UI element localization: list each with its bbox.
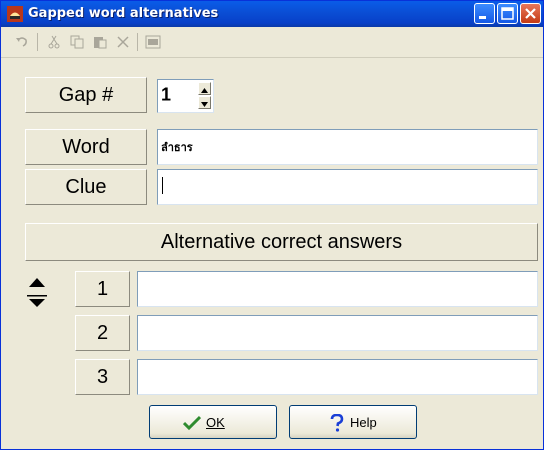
move-up-button[interactable]: [23, 271, 51, 293]
help-icon: [330, 414, 344, 432]
gap-label: Gap #: [25, 77, 147, 113]
spin-up-icon: [201, 88, 208, 93]
title-bar[interactable]: Gapped word alternatives: [1, 1, 543, 27]
app-icon: [7, 6, 23, 22]
maximize-button[interactable]: [497, 3, 518, 24]
window-title: Gapped word alternatives: [28, 6, 219, 21]
alt-answer-input[interactable]: [137, 315, 538, 351]
copy-icon[interactable]: [69, 34, 85, 50]
toolbar-separator: [137, 33, 138, 51]
arrow-down-icon: [27, 295, 47, 307]
alt-answer-input[interactable]: [137, 271, 538, 307]
undo-icon[interactable]: [14, 34, 30, 50]
edit-toolbar: [1, 27, 543, 58]
gap-spinner[interactable]: 1: [157, 79, 214, 113]
maximize-icon: [501, 7, 514, 20]
ok-label: OK: [206, 415, 225, 430]
paste-icon[interactable]: [92, 34, 108, 50]
dialog-window: Gapped word alternatives Gap # 1 Word ลำ…: [0, 0, 544, 450]
minimize-icon: [479, 16, 486, 19]
arrow-up-icon: [29, 278, 45, 287]
spin-down-icon: [201, 102, 208, 107]
help-button[interactable]: Help: [289, 405, 417, 439]
alt-row-number: 1: [75, 271, 130, 307]
clue-label: Clue: [25, 169, 147, 205]
word-label: Word: [25, 129, 147, 165]
delete-icon[interactable]: [115, 34, 131, 50]
ok-button[interactable]: OK: [149, 405, 277, 439]
gap-spin-up[interactable]: [198, 82, 211, 95]
alt-row-number: 3: [75, 359, 130, 395]
select-all-icon[interactable]: [145, 34, 161, 50]
word-value: ลำธาร: [161, 142, 193, 154]
gap-value: 1: [161, 84, 172, 105]
close-button[interactable]: [520, 3, 541, 24]
text-cursor: [162, 177, 163, 194]
minimize-button[interactable]: [474, 3, 495, 24]
alt-answer-input[interactable]: [137, 359, 538, 395]
toolbar-separator: [37, 33, 38, 51]
close-icon: [525, 8, 536, 19]
word-input[interactable]: ลำธาร: [157, 129, 538, 165]
move-down-button[interactable]: [23, 293, 51, 313]
alternatives-header: Alternative correct answers: [25, 223, 538, 261]
checkmark-icon: [183, 415, 201, 431]
clue-input[interactable]: [157, 169, 538, 205]
gap-spin-down[interactable]: [198, 96, 211, 109]
help-label: Help: [350, 415, 377, 430]
alt-row-number: 2: [75, 315, 130, 351]
cut-icon[interactable]: [46, 34, 62, 50]
